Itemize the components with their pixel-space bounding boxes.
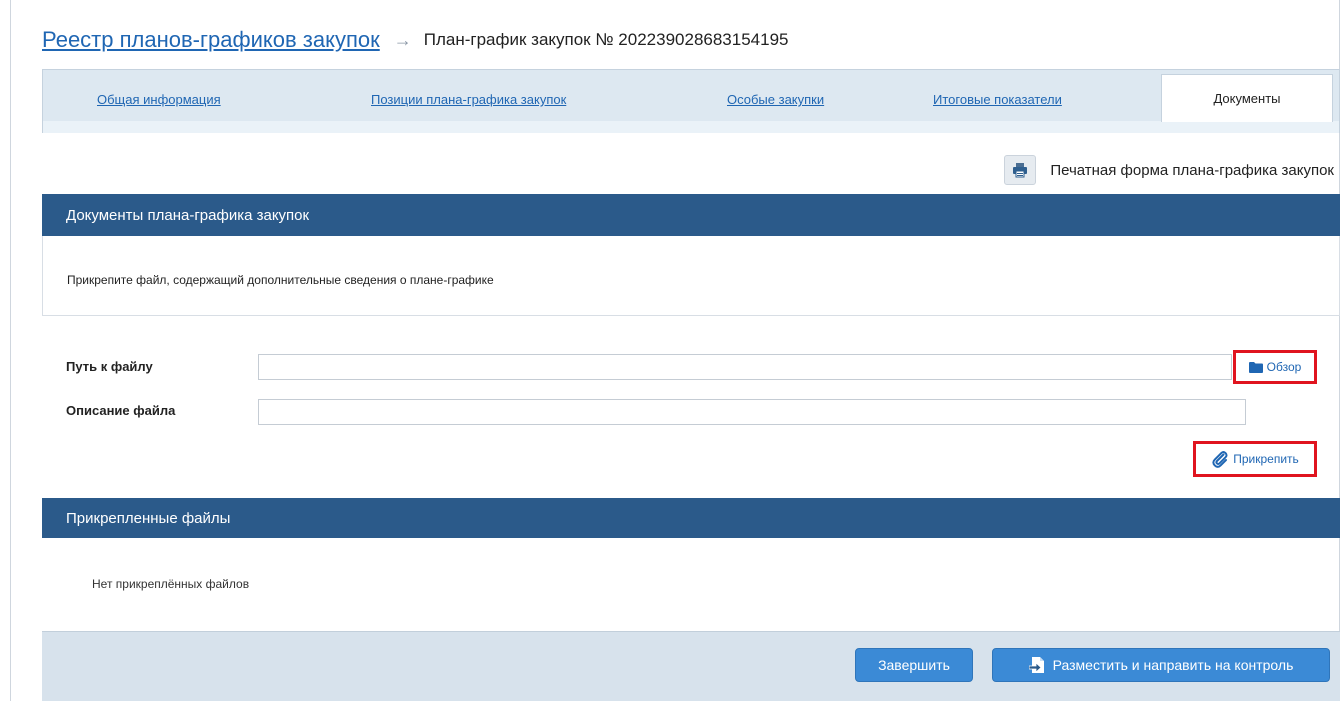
tab-bar-strip	[43, 121, 1339, 133]
tab-documents[interactable]: Документы	[1161, 74, 1333, 122]
breadcrumb-arrow-icon: →	[393, 29, 412, 50]
print-form-link[interactable]: Печатная форма плана-графика закупок	[1004, 155, 1334, 185]
print-form-label[interactable]: Печатная форма плана-графика закупок	[1050, 162, 1334, 179]
tab-general-info[interactable]: Общая информация	[97, 92, 221, 107]
attach-button[interactable]: Прикрепить	[1193, 441, 1317, 477]
documents-panel-body: Прикрепите файл, содержащий дополнительн…	[42, 236, 1340, 316]
documents-panel-hint: Прикрепите файл, содержащий дополнительн…	[67, 273, 494, 287]
breadcrumb: Реестр планов-графиков закупок → План-гр…	[42, 24, 789, 56]
browse-label: Обзор	[1266, 360, 1302, 374]
page-title: План-график закупок № 202239028683154195	[423, 30, 789, 49]
documents-panel-title: Документы плана-графика закупок	[66, 206, 310, 224]
paperclip-icon	[1212, 451, 1228, 468]
documents-panel-header: Документы плана-графика закупок	[42, 194, 1340, 236]
file-description-input[interactable]	[258, 399, 1246, 425]
file-description-label: Описание файла	[66, 403, 176, 418]
finish-button[interactable]: Завершить	[855, 648, 973, 682]
folder-icon	[1248, 362, 1263, 373]
breadcrumb-registry-link[interactable]: Реестр планов-графиков закупок	[42, 27, 380, 53]
tab-plan-positions[interactable]: Позиции плана-графика закупок	[371, 92, 566, 107]
document-send-icon	[1028, 657, 1044, 673]
publish-and-send-button[interactable]: Разместить и направить на контроль	[992, 648, 1330, 682]
browse-button[interactable]: Обзор	[1233, 350, 1317, 384]
tab-bar: Общая информация Позиции плана-графика з…	[42, 69, 1340, 133]
publish-label: Разместить и направить на контроль	[1052, 657, 1294, 673]
tab-totals[interactable]: Итоговые показатели	[933, 92, 1062, 107]
file-path-label: Путь к файлу	[66, 359, 153, 374]
attached-files-header: Прикрепленные файлы	[42, 498, 1340, 538]
page-left-border	[10, 0, 11, 701]
printer-icon[interactable]	[1004, 155, 1037, 185]
tab-special-purchases[interactable]: Особые закупки	[727, 92, 824, 107]
attached-files-empty: Нет прикреплённых файлов	[92, 577, 250, 591]
attach-label: Прикрепить	[1233, 452, 1299, 466]
file-path-input[interactable]	[258, 354, 1232, 380]
attached-files-title: Прикрепленные файлы	[66, 509, 231, 527]
